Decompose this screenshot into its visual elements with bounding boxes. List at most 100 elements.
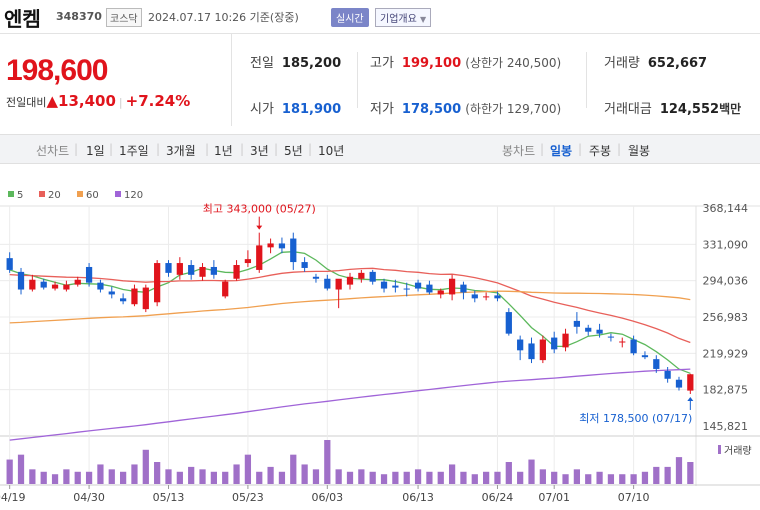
- x-tick-label: 05/23: [232, 491, 264, 504]
- candle-body: [687, 374, 694, 391]
- x-tick-label: 04/19: [0, 491, 26, 504]
- period-daily[interactable]: 일봉: [550, 142, 572, 159]
- candle-body: [199, 266, 206, 277]
- annotation-high: 최고 343,000 (05/27): [203, 203, 316, 216]
- volume-bar: [687, 462, 694, 484]
- volume-bar: [6, 459, 13, 484]
- candle-body: [142, 287, 149, 310]
- volume-bar: [290, 454, 297, 484]
- volume-bar: [619, 474, 626, 484]
- candle-body: [448, 278, 456, 295]
- candle-body: [165, 263, 172, 273]
- x-tick-label: 07/10: [618, 491, 650, 504]
- x-tick-label: 07/01: [538, 491, 570, 504]
- volume-bar: [108, 469, 115, 484]
- candle-chart-tab[interactable]: 봉차트: [502, 142, 535, 159]
- period-5y[interactable]: 5년: [284, 142, 303, 159]
- candle-body: [573, 320, 581, 327]
- price-change: 전일대비▲13,400 | +7.24%: [6, 92, 191, 110]
- candle-body: [380, 281, 388, 289]
- volume-bar: [335, 469, 342, 484]
- candle-body: [539, 339, 546, 361]
- annotation-low-arrowhead: [687, 396, 694, 401]
- volume-bar: [244, 454, 252, 484]
- volume-bar: [222, 471, 229, 484]
- period-weekly[interactable]: 주봉: [589, 142, 611, 159]
- volume-bar: [562, 474, 569, 484]
- period-1d[interactable]: 1일: [86, 142, 105, 159]
- volume-bar: [63, 469, 70, 484]
- volume-bar: [403, 471, 410, 484]
- annotations: 최고 343,000 (05/27) 최저 178,500 (07/17): [203, 203, 694, 425]
- prev-close: 전일 185,200: [250, 56, 342, 71]
- period-1y[interactable]: 1년: [214, 142, 233, 159]
- annotation-low: 최저 178,500 (07/17): [579, 412, 692, 425]
- candle-body: [675, 379, 683, 388]
- volume-bar: [392, 471, 399, 484]
- volume-bar: [199, 469, 206, 484]
- candle-body: [437, 290, 444, 295]
- period-1w[interactable]: 1주일: [119, 142, 149, 159]
- legend-swatch: [77, 191, 83, 197]
- company-info-label: 기업개요: [380, 14, 417, 25]
- line-chart-tab[interactable]: 선차트: [36, 142, 69, 159]
- legend-label: 120: [124, 190, 143, 201]
- volume-bar: [630, 474, 637, 484]
- volume: 거래량 652,667: [604, 56, 708, 71]
- candle-body: [460, 284, 467, 293]
- volume-bar: [165, 469, 172, 484]
- candle-body: [29, 279, 36, 290]
- price-chart: 5 20 60 120 거래량 368,144 331,090 294,036 256,98…: [0, 190, 760, 504]
- volume-bar: [539, 469, 546, 484]
- stock-name: 엔켐: [4, 7, 41, 31]
- candle-body: [301, 262, 308, 268]
- realtime-button[interactable]: 실시간: [331, 8, 369, 27]
- volume-bar: [596, 471, 603, 484]
- x-tick-label: 06/03: [311, 491, 343, 504]
- candle-body: [471, 294, 478, 299]
- period-10y[interactable]: 10년: [318, 142, 344, 159]
- volume-bar: [256, 471, 263, 484]
- volume-bar: [40, 471, 47, 484]
- volume-bar: [483, 471, 490, 484]
- y-tick-label: 219,929: [703, 347, 749, 360]
- quote-datetime: 2024.07.17 10:26 기준(장중): [148, 11, 299, 24]
- volume-bar: [505, 462, 512, 484]
- volume-bar: [278, 471, 286, 484]
- volume-bar: [460, 471, 467, 484]
- candle-body: [664, 370, 671, 379]
- x-axis: 04/19 04/30 05/13 05/23 06/03 06/13 06/24 07/01…: [0, 485, 649, 504]
- volume-label: 거래량: [724, 445, 752, 457]
- volume-bar: [188, 466, 195, 484]
- x-tick-label: 06/13: [402, 491, 434, 504]
- legend-swatch: [115, 191, 121, 197]
- y-tick-label: 368,144: [703, 202, 749, 215]
- x-tick-label: 05/13: [153, 491, 185, 504]
- volume-bar: [358, 469, 365, 484]
- candle-body: [85, 266, 93, 283]
- volume-bar: [448, 464, 456, 484]
- candle-body: [426, 284, 433, 293]
- candle-body: [403, 288, 410, 290]
- period-monthly[interactable]: 월봉: [628, 142, 650, 159]
- candles: [6, 232, 694, 394]
- legend-label: 20: [48, 190, 61, 201]
- x-tick-label: 04/30: [73, 491, 105, 504]
- y-tick-label: 145,821: [703, 420, 749, 433]
- company-info-dropdown[interactable]: 기업개요 ▼: [375, 8, 432, 27]
- current-price: 198,600: [6, 54, 108, 87]
- volume-bar: [551, 471, 558, 484]
- y-tick-label: 294,036: [703, 275, 749, 288]
- y-tick-label: 256,983: [703, 311, 749, 324]
- volume-bar: [380, 474, 388, 484]
- volume-bar: [641, 471, 649, 484]
- candle-body: [392, 285, 399, 288]
- candle-body: [278, 243, 286, 249]
- annotation-high-arrowhead: [256, 225, 263, 230]
- period-3y[interactable]: 3년: [250, 142, 269, 159]
- open-price: 시가 181,900: [250, 102, 342, 117]
- candle-body: [369, 271, 376, 282]
- candle-body: [562, 333, 569, 348]
- y-axis: 368,144 331,090 294,036 256,983 219,929 182,8…: [703, 202, 749, 433]
- period-3m[interactable]: 3개월: [166, 142, 196, 159]
